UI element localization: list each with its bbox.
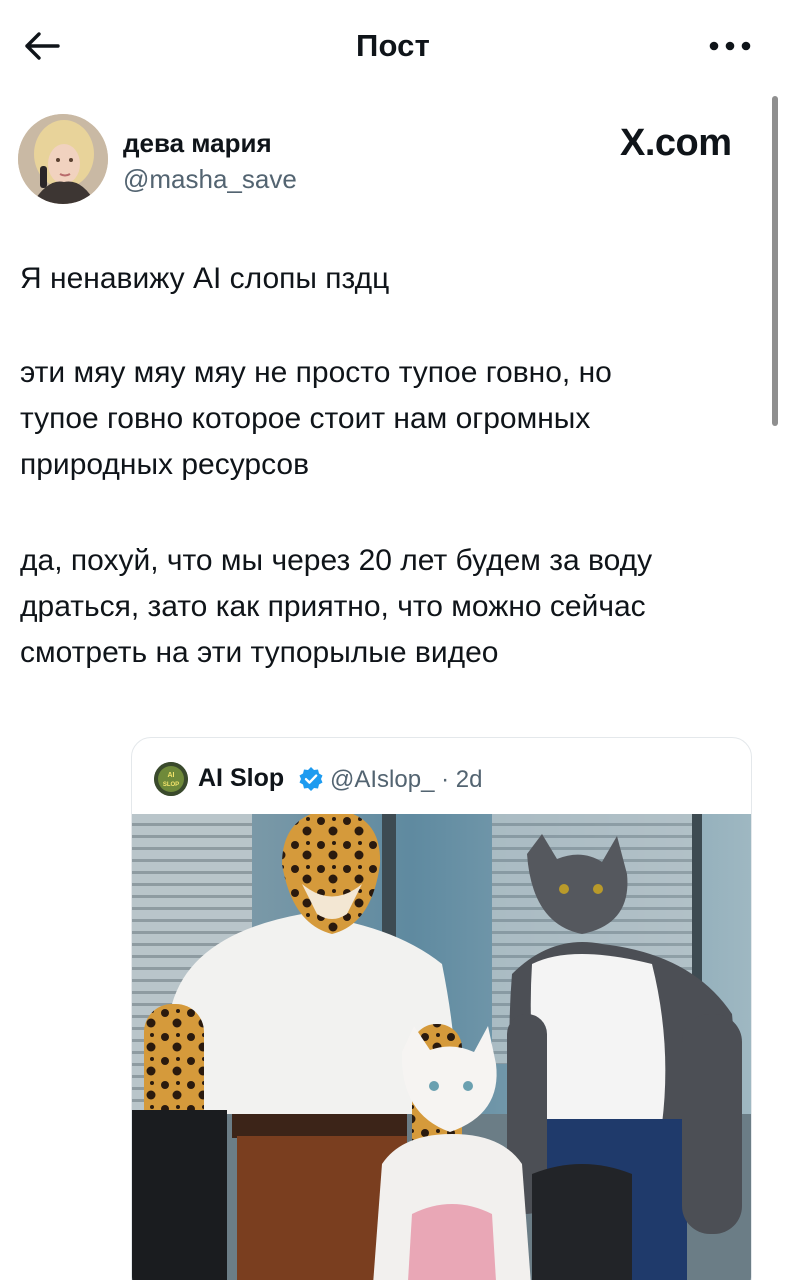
quoted-tweet[interactable]: AI SLOP AI Slop @AIslop_ · 2d (131, 737, 752, 1280)
post-page: Пост дева мария @masha_save X.com Я нена (0, 0, 786, 1280)
quoted-avatar[interactable]: AI SLOP (154, 762, 188, 796)
post-paragraph-1: Я ненавижу AI слопы пздц (20, 256, 760, 302)
post-line: эти мяу мяу мяу не просто тупое говно, н… (20, 356, 612, 389)
quoted-name[interactable]: AI Slop (198, 764, 284, 793)
verified-badge-icon (299, 767, 323, 791)
quoted-tweet-header: AI SLOP AI Slop @AIslop_ · 2d (132, 738, 751, 814)
post-line: смотреть на эти тупорылые видео (20, 636, 499, 669)
ai-slop-logo: AI SLOP (154, 762, 188, 796)
author-handle[interactable]: @masha_save (123, 164, 297, 195)
more-horizontal-icon (709, 41, 751, 51)
scrollbar[interactable] (772, 96, 778, 426)
xcom-text: X.com (620, 122, 732, 164)
quoted-handle-time: @AIslop_ · 2d (330, 766, 483, 793)
post-line: тупое говно которое стоит нам огромных (20, 402, 591, 435)
top-bar: Пост (0, 0, 786, 96)
post-line: природных ресурсов (20, 448, 310, 481)
avatar[interactable] (18, 114, 108, 204)
post-paragraph-2: эти мяу мяу мяу не просто тупое говно, н… (20, 350, 760, 488)
svg-text:AI: AI (168, 772, 175, 779)
ai-cats-office-illustration (132, 814, 751, 1280)
post-line: Я ненавижу AI слопы пздц (20, 262, 390, 295)
more-button[interactable] (704, 28, 756, 64)
page-title: Пост (355, 28, 431, 63)
xcom-watermark: X.com (620, 122, 732, 165)
avatar-photo (18, 114, 108, 204)
svg-text:SLOP: SLOP (163, 782, 179, 788)
post-line: да, похуй, что мы через 20 лет будем за … (20, 544, 653, 577)
post-line: драться, зато как приятно, что можно сей… (20, 590, 646, 623)
author-name[interactable]: дева мария (123, 128, 272, 159)
quoted-media-image[interactable] (132, 814, 751, 1280)
post-paragraph-3: да, похуй, что мы через 20 лет будем за … (20, 538, 760, 676)
